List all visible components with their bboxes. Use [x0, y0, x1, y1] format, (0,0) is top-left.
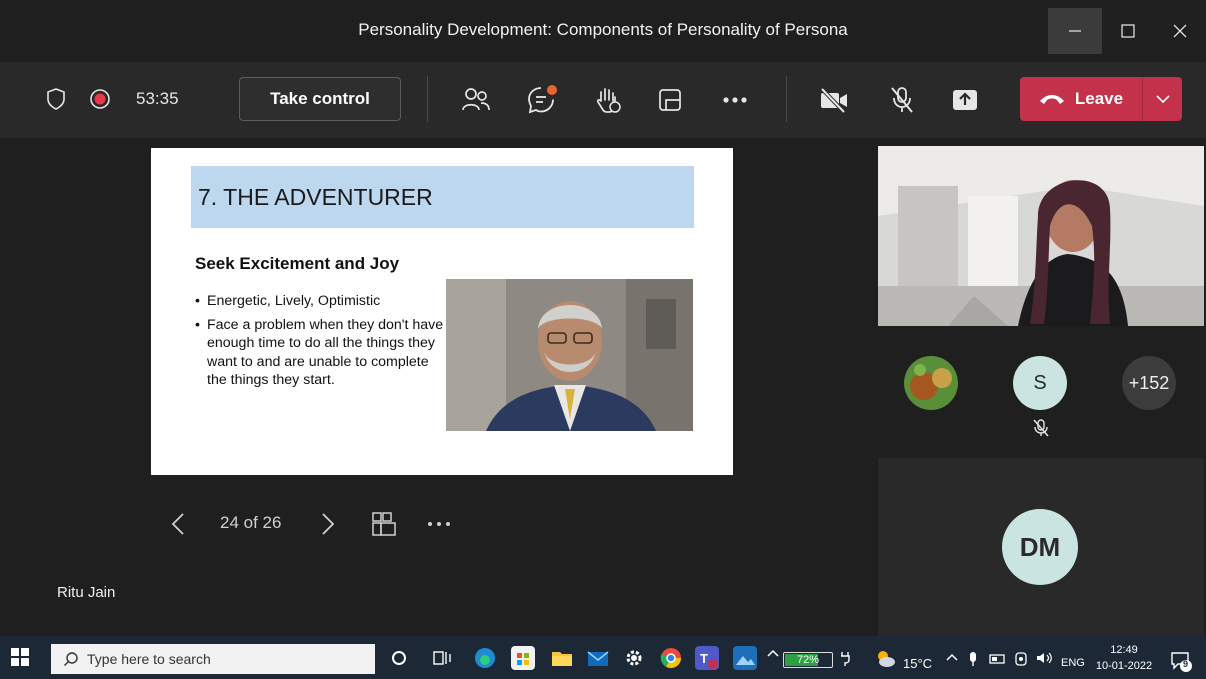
notification-count: 9 [1183, 659, 1189, 669]
maximize-button[interactable] [1108, 8, 1148, 54]
clock-time: 12:49 [1110, 644, 1138, 656]
shield-icon[interactable] [44, 87, 68, 111]
battery-label: 72% [796, 654, 820, 666]
language-indicator[interactable]: ENG [1061, 657, 1085, 669]
slide-bullet: Energetic, Lively, Optimistic [195, 292, 445, 311]
title-bar: Personality Development: Components of P… [0, 0, 1206, 62]
file-explorer-icon[interactable] [550, 646, 574, 670]
participant-video-tile[interactable] [878, 146, 1204, 326]
chevron-left-icon [171, 513, 184, 535]
share-screen-icon[interactable] [950, 86, 980, 114]
maximize-icon [1121, 24, 1135, 38]
notification-icon [1171, 652, 1192, 672]
take-control-button[interactable]: Take control [239, 77, 401, 121]
rooms-icon[interactable] [656, 86, 684, 114]
close-icon [1173, 24, 1187, 38]
leave-options-button[interactable] [1142, 77, 1182, 121]
mic-off-icon [1032, 418, 1050, 438]
toolbar-divider [786, 76, 787, 122]
slide-title-banner: 7. THE ADVENTURER [191, 166, 694, 228]
presentation-slide: 7. THE ADVENTURER Seek Excitement and Jo… [151, 148, 733, 475]
photos-icon[interactable] [733, 646, 757, 670]
leave-button[interactable]: Leave [1020, 77, 1142, 121]
chrome-icon[interactable] [659, 646, 683, 670]
volume-icon[interactable] [1034, 646, 1054, 670]
slide-bullet-list: Energetic, Lively, Optimistic Face a pro… [195, 292, 445, 395]
window-title: Personality Development: Components of P… [358, 20, 848, 39]
minimize-icon [1069, 30, 1081, 32]
chevron-down-icon [1155, 95, 1170, 104]
mail-icon[interactable] [586, 646, 610, 670]
task-view-icon[interactable] [430, 646, 454, 670]
people-icon[interactable] [460, 84, 492, 116]
chevron-up-icon[interactable] [944, 646, 960, 670]
charging-plug-icon [838, 646, 852, 670]
presentation-stage: 7. THE ADVENTURER Seek Excitement and Jo… [0, 138, 876, 636]
close-button[interactable] [1160, 8, 1200, 54]
presenter-name: Ritu Jain [57, 584, 116, 601]
participant-avatar-row: S +152 [876, 328, 1206, 448]
participant-tile-dm[interactable]: DM [878, 458, 1204, 636]
weather-icon[interactable] [873, 646, 897, 670]
leave-button-group: Leave [1020, 77, 1182, 121]
more-options-icon[interactable] [720, 86, 750, 114]
mic-off-icon[interactable] [886, 84, 918, 116]
more-options-icon [428, 522, 450, 526]
weather-temperature[interactable]: 15°C [903, 656, 932, 671]
notification-center-button[interactable]: 9 [1170, 650, 1192, 672]
more-participants-badge[interactable]: +152 [1122, 356, 1176, 410]
settings-gear-icon[interactable] [622, 646, 646, 670]
slide-page-counter: 24 of 26 [220, 513, 282, 532]
participant-avatar-initials[interactable]: S [1013, 356, 1067, 410]
toolbar-divider [427, 76, 428, 122]
cortana-icon[interactable] [387, 646, 411, 670]
next-slide-button[interactable] [320, 510, 340, 540]
chat-icon[interactable] [525, 82, 559, 116]
participant-avatar-initials: DM [1002, 509, 1078, 585]
taskbar-search-box[interactable]: Type here to search [51, 644, 375, 674]
network-icon[interactable] [988, 646, 1006, 670]
windows-taskbar: Type here to search T 72% 15°C ENG 12:49… [0, 636, 1206, 679]
previous-slide-button[interactable] [170, 510, 190, 540]
slide-more-button[interactable] [425, 510, 455, 540]
slide-title: 7. THE ADVENTURER [198, 184, 433, 210]
minimize-button[interactable] [1048, 8, 1102, 54]
leave-label: Leave [1074, 89, 1124, 108]
slide-heading: Seek Excitement and Joy [195, 254, 400, 273]
recording-icon [88, 87, 112, 111]
microphone-icon[interactable] [966, 646, 980, 670]
taskbar-clock[interactable]: 12:49 10-01-2022 [1094, 642, 1154, 674]
store-icon[interactable] [511, 646, 535, 670]
slide-grid-button[interactable] [370, 510, 400, 540]
raise-hand-icon[interactable] [592, 84, 624, 116]
meeting-timer: 53:35 [136, 89, 179, 108]
camera-off-icon[interactable] [818, 84, 850, 116]
search-placeholder: Type here to search [87, 651, 211, 667]
participant-avatar-photo[interactable] [904, 356, 958, 410]
chevron-up-icon[interactable] [766, 646, 780, 670]
windows-start-icon[interactable] [10, 647, 30, 667]
battery-indicator[interactable]: 72% [783, 652, 833, 668]
search-icon [64, 652, 78, 666]
participants-pane: S +152 DM [876, 138, 1206, 636]
phone-hangup-icon [1039, 95, 1064, 104]
grid-view-icon [372, 512, 396, 536]
teams-icon[interactable]: T [695, 646, 719, 670]
chevron-right-icon [322, 513, 335, 535]
edge-icon[interactable] [473, 646, 497, 670]
meeting-toolbar: 53:35 Take control Leave [0, 62, 1206, 138]
svg-text:T: T [700, 651, 708, 666]
slide-portrait-image [446, 279, 693, 431]
clock-date: 10-01-2022 [1095, 660, 1153, 672]
tablet-icon[interactable] [1012, 646, 1030, 670]
slide-bullet: Face a problem when they don't have enou… [195, 316, 445, 390]
